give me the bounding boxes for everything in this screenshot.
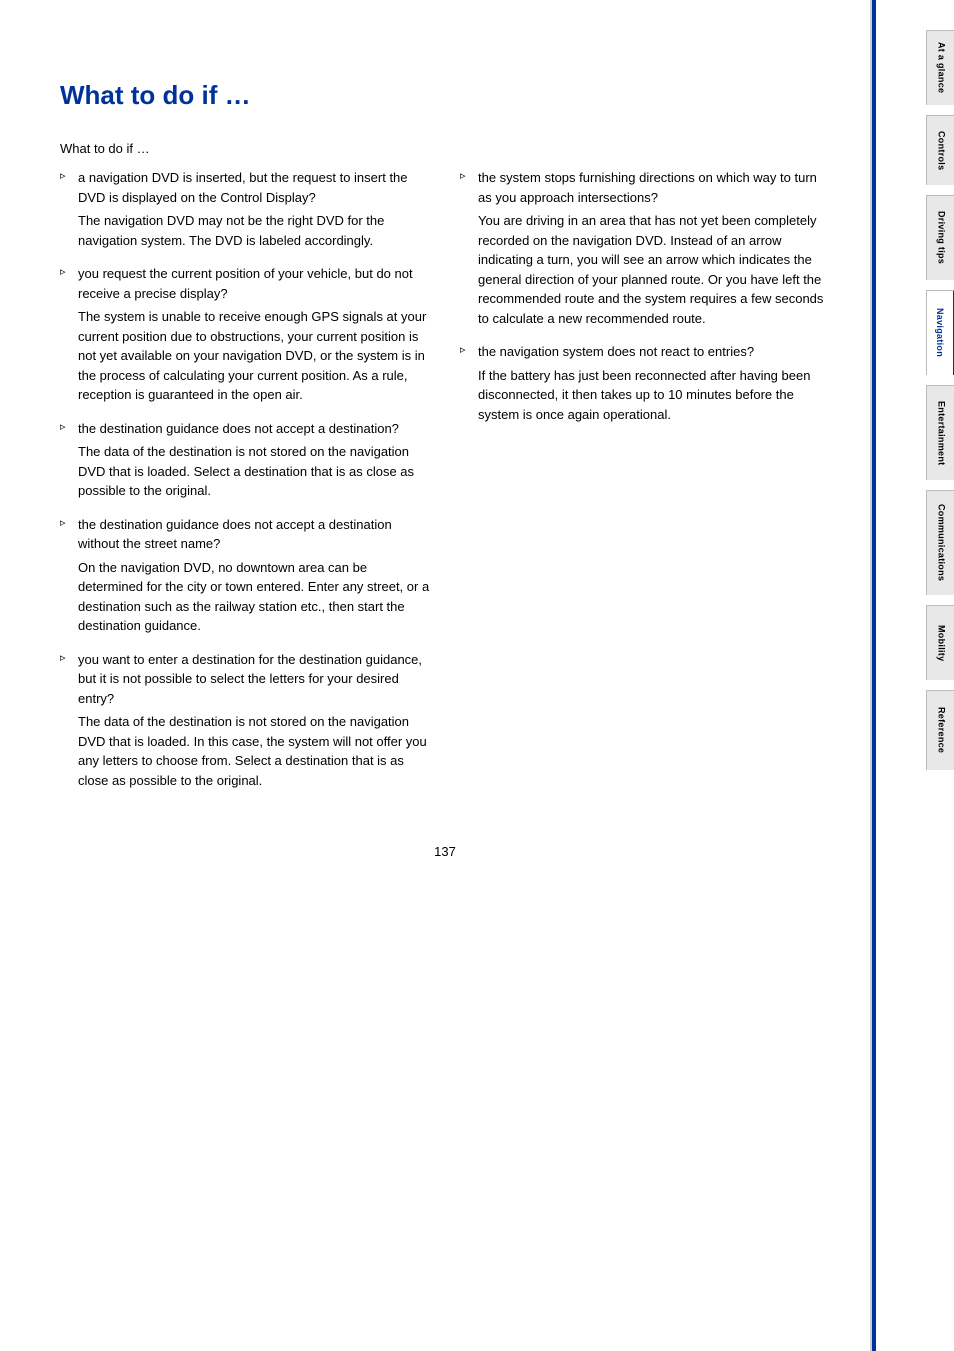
question-text: you want to enter a destination for the … <box>78 652 422 706</box>
bullet-arrow-icon: ▹ <box>60 420 70 433</box>
section-intro: What to do if … <box>60 141 830 156</box>
main-content: What to do if … What to do if … ▹ a navi… <box>0 0 870 1351</box>
bullet-content: the system stops furnishing directions o… <box>478 168 830 328</box>
left-column: ▹ a navigation DVD is inserted, but the … <box>60 168 430 804</box>
list-item: ▹ you request the current position of yo… <box>60 264 430 405</box>
bullet-content: the destination guidance does not accept… <box>78 419 430 501</box>
page-title: What to do if … <box>60 60 830 111</box>
bullet-arrow-icon: ▹ <box>60 265 70 278</box>
list-item: ▹ the destination guidance does not acce… <box>60 419 430 501</box>
bullet-content: the destination guidance does not accept… <box>78 515 430 636</box>
bullet-arrow-icon: ▹ <box>60 651 70 664</box>
list-item: ▹ the navigation system does not react t… <box>460 342 830 424</box>
answer-text: On the navigation DVD, no downtown area … <box>78 558 430 636</box>
right-column: ▹ the system stops furnishing directions… <box>460 168 830 804</box>
sidebar-item-driving-tips[interactable]: Driving tips <box>926 195 954 280</box>
question-text: the destination guidance does not accept… <box>78 421 399 436</box>
question-text: you request the current position of your… <box>78 266 413 301</box>
sidebar-item-mobility[interactable]: Mobility <box>926 605 954 680</box>
bullet-arrow-icon: ▹ <box>60 169 70 182</box>
question-text: the navigation system does not react to … <box>478 344 754 359</box>
sidebar-item-entertainment[interactable]: Entertainment <box>926 385 954 480</box>
bullet-content: a navigation DVD is inserted, but the re… <box>78 168 430 250</box>
two-column-layout: ▹ a navigation DVD is inserted, but the … <box>60 168 830 804</box>
page-container: What to do if … What to do if … ▹ a navi… <box>0 0 954 1351</box>
answer-text: The navigation DVD may not be the right … <box>78 211 430 250</box>
list-item: ▹ you want to enter a destination for th… <box>60 650 430 791</box>
bullet-arrow-icon: ▹ <box>460 169 470 182</box>
question-text: the destination guidance does not accept… <box>78 517 392 552</box>
answer-text: The data of the destination is not store… <box>78 442 430 501</box>
bullet-content: you want to enter a destination for the … <box>78 650 430 791</box>
list-item: ▹ a navigation DVD is inserted, but the … <box>60 168 430 250</box>
sidebar-item-navigation[interactable]: Navigation <box>926 290 954 375</box>
answer-text: The data of the destination is not store… <box>78 712 430 790</box>
list-item: ▹ the system stops furnishing directions… <box>460 168 830 328</box>
bullet-arrow-icon: ▹ <box>60 516 70 529</box>
question-text: the system stops furnishing directions o… <box>478 170 817 205</box>
sidebar: At a glance Controls Driving tips Naviga… <box>870 0 954 1351</box>
bullet-arrow-icon: ▹ <box>460 343 470 356</box>
sidebar-item-at-a-glance[interactable]: At a glance <box>926 30 954 105</box>
sidebar-item-controls[interactable]: Controls <box>926 115 954 185</box>
page-number: 137 <box>60 844 830 859</box>
sidebar-item-communications[interactable]: Communications <box>926 490 954 595</box>
answer-text: You are driving in an area that has not … <box>478 211 830 328</box>
answer-text: If the battery has just been reconnected… <box>478 366 830 425</box>
bullet-content: the navigation system does not react to … <box>478 342 830 424</box>
bullet-content: you request the current position of your… <box>78 264 430 405</box>
answer-text: The system is unable to receive enough G… <box>78 307 430 405</box>
sidebar-item-reference[interactable]: Reference <box>926 690 954 770</box>
list-item: ▹ the destination guidance does not acce… <box>60 515 430 636</box>
question-text: a navigation DVD is inserted, but the re… <box>78 170 408 205</box>
